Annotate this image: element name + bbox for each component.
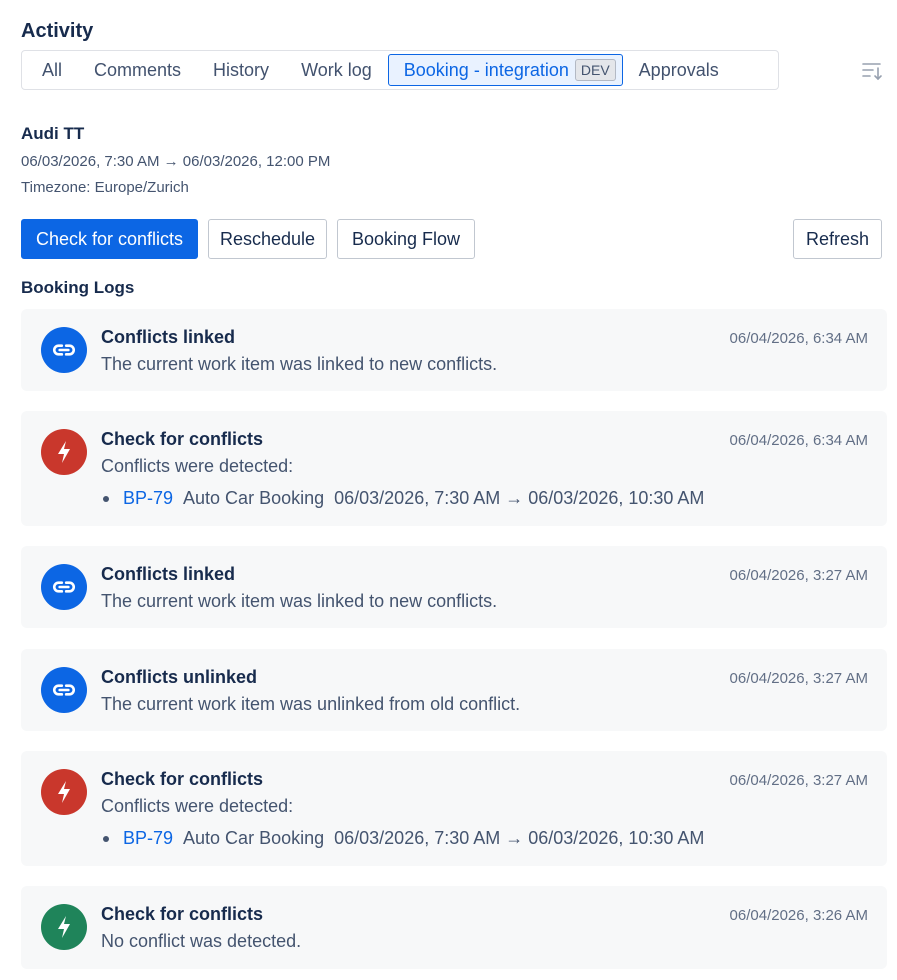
log-timestamp: 06/04/2026, 3:27 AM [729, 772, 868, 789]
log-title: Conflicts linked [101, 564, 236, 584]
reschedule-button[interactable]: Reschedule [208, 219, 327, 259]
log-description: Conflicts were detected: [101, 796, 294, 816]
tab-booking-integration[interactable]: Booking - integration DEV [387, 54, 623, 86]
dev-badge: DEV [574, 59, 616, 81]
conflict-list-item: BP-79 Auto Car Booking 06/03/2026, 7:30 … [101, 828, 704, 849]
tab-all[interactable]: All [26, 54, 78, 86]
tab-label: History [213, 59, 270, 80]
link-icon [41, 327, 87, 373]
log-entry: Conflicts unlinked 06/04/2026, 3:27 AM T… [21, 649, 887, 731]
log-title: Check for conflicts [101, 769, 264, 789]
bullet [103, 835, 109, 842]
lightning-icon [41, 904, 87, 950]
conflict-issue-link[interactable]: BP-79 [123, 828, 173, 849]
lightning-icon [41, 769, 87, 815]
refresh-button[interactable]: Refresh [793, 219, 882, 259]
lightning-icon [41, 429, 87, 475]
conflict-range: 06/03/2026, 7:30 AM → 06/03/2026, 10:30 … [334, 488, 705, 508]
tab-label: Booking - integration [403, 59, 569, 80]
log-description: No conflict was detected. [101, 931, 302, 951]
tab-approvals[interactable]: Approvals [623, 54, 735, 86]
conflict-name: Auto Car Booking [183, 488, 325, 508]
booking-date-range: 06/03/2026, 7:30 AM → 06/03/2026, 12:00 … [21, 153, 331, 170]
log-title: Conflicts linked [101, 327, 236, 347]
booking-flow-button[interactable]: Booking Flow [337, 219, 475, 259]
log-timestamp: 06/04/2026, 3:26 AM [729, 907, 868, 924]
tab-label: All [42, 59, 63, 80]
log-timestamp: 06/04/2026, 3:27 AM [729, 670, 868, 687]
log-timestamp: 06/04/2026, 3:27 AM [729, 567, 868, 584]
log-title: Conflicts unlinked [101, 667, 258, 687]
log-entry: Conflicts linked 06/04/2026, 3:27 AM The… [21, 546, 887, 628]
tab-comments[interactable]: Comments [78, 54, 197, 86]
log-description: Conflicts were detected: [101, 456, 294, 476]
link-icon [41, 564, 87, 610]
booking-timezone: Timezone: Europe/Zurich [21, 179, 189, 196]
tab-label: Comments [94, 59, 182, 80]
booking-logs-heading: Booking Logs [21, 278, 135, 297]
log-description: The current work item was unlinked from … [101, 694, 521, 714]
tab-label: Work log [301, 59, 372, 80]
link-icon [41, 667, 87, 713]
conflict-name: Auto Car Booking [183, 828, 325, 848]
log-description: The current work item was linked to new … [101, 354, 498, 374]
tab-work-log[interactable]: Work log [285, 54, 388, 86]
log-timestamp: 06/04/2026, 6:34 AM [729, 330, 868, 347]
log-title: Check for conflicts [101, 429, 264, 449]
conflict-list-item: BP-79 Auto Car Booking 06/03/2026, 7:30 … [101, 488, 704, 509]
activity-tabs: All Comments History Work log Booking - … [21, 50, 779, 90]
activity-heading: Activity [21, 20, 94, 42]
conflict-issue-link[interactable]: BP-79 [123, 488, 173, 509]
sort-icon[interactable] [860, 60, 884, 82]
log-timestamp: 06/04/2026, 6:34 AM [729, 432, 868, 449]
booking-item-title: Audi TT [21, 124, 85, 143]
check-conflicts-button[interactable]: Check for conflicts [21, 219, 198, 259]
conflict-range: 06/03/2026, 7:30 AM → 06/03/2026, 10:30 … [334, 828, 705, 848]
log-entry: Check for conflicts 06/04/2026, 3:26 AM … [21, 886, 887, 969]
log-entry: Conflicts linked 06/04/2026, 6:34 AM The… [21, 309, 887, 391]
tab-history[interactable]: History [197, 54, 285, 86]
log-title: Check for conflicts [101, 904, 264, 924]
tab-label: Approvals [638, 59, 719, 80]
log-description: The current work item was linked to new … [101, 591, 498, 611]
bullet [103, 495, 109, 502]
log-entry: Check for conflicts 06/04/2026, 3:27 AM … [21, 751, 887, 866]
log-entry: Check for conflicts 06/04/2026, 6:34 AM … [21, 411, 887, 526]
